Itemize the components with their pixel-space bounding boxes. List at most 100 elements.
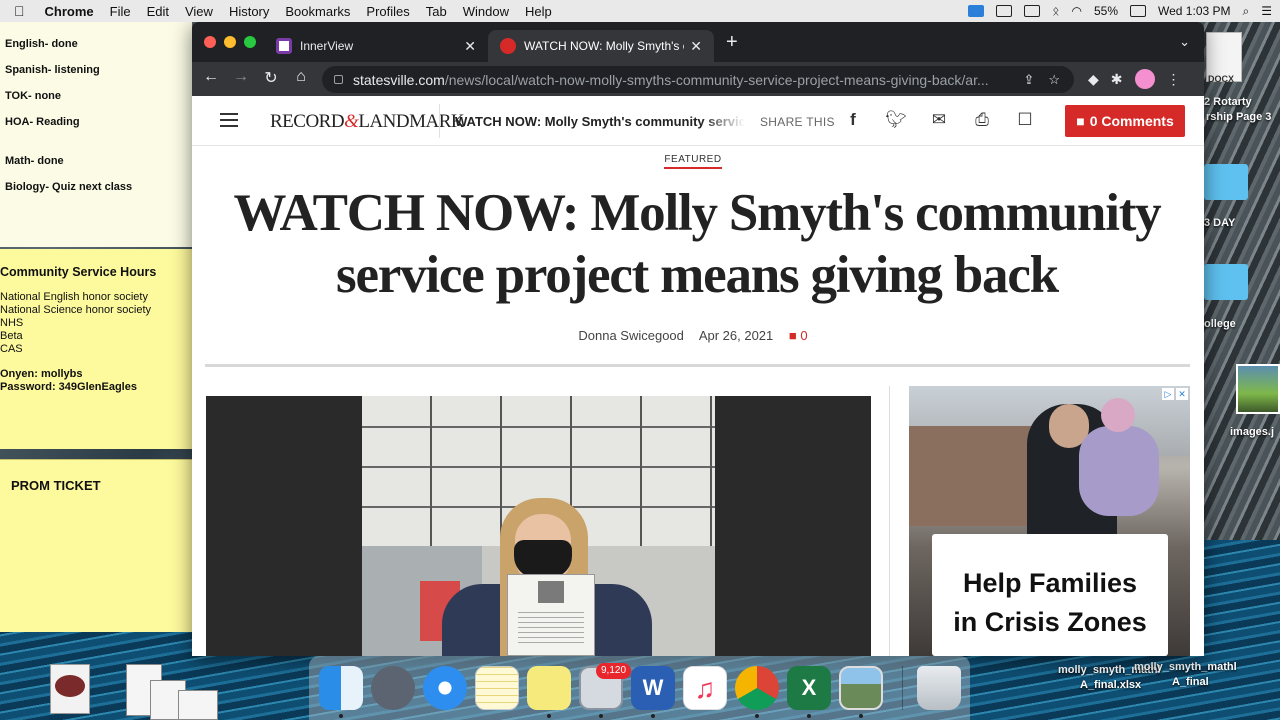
minimize-window-button[interactable] bbox=[224, 36, 236, 48]
header-divider bbox=[439, 104, 440, 138]
desktop-file-label[interactable]: images.j bbox=[1230, 426, 1274, 438]
desktop-file-label[interactable]: molly_smyth_mathl bbox=[1134, 661, 1237, 673]
sticky-note-subjects[interactable]: English- done Spanish- listening TOK- no… bbox=[0, 22, 192, 247]
comments-button[interactable]: ■ 0 Comments bbox=[1065, 105, 1185, 137]
tab-close-icon[interactable]: ✕ bbox=[464, 38, 476, 55]
desktop-file-label[interactable]: A_final.xlsx bbox=[1080, 679, 1141, 691]
launchpad-icon[interactable] bbox=[371, 666, 415, 710]
bookmark-star-icon[interactable]: ☆ bbox=[1048, 72, 1060, 88]
ad-card[interactable]: Help Families in Crisis Zones bbox=[932, 534, 1168, 656]
search-icon[interactable]: ⌕ bbox=[1243, 4, 1250, 19]
article-video[interactable] bbox=[206, 396, 871, 656]
menu-file[interactable]: File bbox=[102, 4, 139, 19]
home-icon[interactable]: ⌂ bbox=[290, 68, 312, 86]
wifi-icon[interactable]: ◠ bbox=[1072, 4, 1082, 18]
image-thumbnail-icon[interactable] bbox=[1236, 364, 1280, 414]
sticky-note-prom[interactable]: PROM TICKET bbox=[0, 459, 192, 632]
desktop-file-label[interactable]: 2 Rotarty bbox=[1204, 96, 1252, 108]
new-tab-icon[interactable]: + bbox=[726, 32, 738, 52]
menu-bookmarks[interactable]: Bookmarks bbox=[277, 4, 358, 19]
back-arrow-icon[interactable]: ← bbox=[200, 68, 222, 86]
battery-percent[interactable]: 55% bbox=[1094, 4, 1118, 18]
desktop-folder-label[interactable]: 3 DAY bbox=[1204, 217, 1235, 229]
airplay-icon[interactable] bbox=[996, 5, 1013, 17]
ad-headline: Help Families bbox=[962, 568, 1138, 598]
bluetooth-icon[interactable]: ᛟ bbox=[1052, 4, 1059, 18]
book-icon[interactable] bbox=[968, 5, 985, 17]
folder-icon[interactable] bbox=[1204, 264, 1248, 300]
menu-view[interactable]: View bbox=[177, 4, 221, 19]
keyboard-icon[interactable] bbox=[1024, 5, 1041, 17]
document-thumbnail-icon[interactable] bbox=[178, 690, 218, 720]
comment-icon[interactable]: ■ bbox=[789, 328, 797, 343]
control-center-icon[interactable]: ☰ bbox=[1261, 4, 1272, 18]
headline-divider bbox=[205, 364, 1190, 367]
document-thumbnail-icon[interactable] bbox=[50, 664, 90, 714]
sticky-header-title: WATCH NOW: Molly Smyth's community servi… bbox=[455, 114, 745, 129]
kebab-menu-icon[interactable]: ⋮ bbox=[1167, 71, 1181, 88]
notes-icon[interactable] bbox=[475, 666, 519, 710]
ad-choices[interactable]: ▷ ✕ bbox=[1162, 388, 1188, 400]
advertisement[interactable]: ▷ ✕ Help Families in Crisis Zones bbox=[909, 386, 1190, 656]
folder-icon[interactable] bbox=[1204, 164, 1248, 200]
extension-icon[interactable]: ◆ bbox=[1088, 71, 1099, 88]
hamburger-menu-icon[interactable] bbox=[220, 113, 238, 127]
safari-icon[interactable] bbox=[423, 666, 467, 710]
video-frame bbox=[362, 396, 715, 656]
tab-innerview[interactable]: InnerView ✕ bbox=[264, 30, 488, 62]
close-window-button[interactable] bbox=[204, 36, 216, 48]
zoom-window-button[interactable] bbox=[244, 36, 256, 48]
battery-icon[interactable] bbox=[1130, 5, 1147, 17]
sticky-note-service[interactable]: Community Service Hours National English… bbox=[0, 249, 192, 449]
forward-arrow-icon[interactable]: → bbox=[230, 68, 252, 86]
excel-icon[interactable]: X bbox=[787, 666, 831, 710]
tab-search-chevron-icon[interactable]: ⌄ bbox=[1179, 34, 1190, 50]
url-host: statesville.com bbox=[353, 71, 445, 88]
menu-app-name[interactable]: Chrome bbox=[37, 4, 102, 19]
author-name[interactable]: Donna Swicegood bbox=[578, 328, 684, 343]
desktop-file-label[interactable]: A_final bbox=[1172, 676, 1209, 688]
puzzle-icon[interactable]: ✱ bbox=[1111, 71, 1123, 88]
address-bar[interactable]: statesville.com /news/local/watch-now-mo… bbox=[322, 66, 1074, 93]
menu-edit[interactable]: Edit bbox=[139, 4, 177, 19]
tab-close-icon[interactable]: ✕ bbox=[690, 38, 702, 55]
ad-close-icon[interactable]: ✕ bbox=[1176, 388, 1188, 400]
menu-clock[interactable]: Wed 1:03 PM bbox=[1158, 4, 1230, 18]
desktop-folder-label[interactable]: ollege bbox=[1204, 318, 1236, 330]
tab-article[interactable]: WATCH NOW: Molly Smyth's co ✕ bbox=[488, 30, 714, 62]
twitter-icon[interactable]: 🐦︎ bbox=[885, 110, 907, 130]
preview-icon[interactable] bbox=[839, 666, 883, 710]
trash-icon[interactable] bbox=[917, 666, 961, 710]
music-icon[interactable]: ♫ bbox=[683, 666, 727, 710]
chrome-window: InnerView ✕ WATCH NOW: Molly Smyth's co … bbox=[192, 22, 1204, 656]
menu-tab[interactable]: Tab bbox=[418, 4, 455, 19]
reload-icon[interactable]: ↻ bbox=[260, 68, 282, 88]
facebook-icon[interactable]: f bbox=[842, 110, 864, 130]
menu-history[interactable]: History bbox=[221, 4, 277, 19]
ad-choices-icon[interactable]: ▷ bbox=[1162, 388, 1174, 400]
url-path: /news/local/watch-now-molly-smyths-commu… bbox=[444, 71, 989, 88]
menu-help[interactable]: Help bbox=[517, 4, 560, 19]
word-icon[interactable]: W bbox=[631, 666, 675, 710]
comment-count[interactable]: 0 bbox=[800, 328, 807, 343]
lock-icon[interactable] bbox=[334, 75, 343, 84]
browser-toolbar: ← → ↻ ⌂ statesville.com /news/local/watc… bbox=[192, 62, 1204, 96]
chrome-icon[interactable] bbox=[735, 666, 779, 710]
sticky-line: Biology- Quiz next class bbox=[5, 181, 133, 193]
finder-icon[interactable] bbox=[319, 666, 363, 710]
profile-avatar[interactable] bbox=[1134, 69, 1155, 89]
bookmark-icon[interactable]: ☐ bbox=[1014, 110, 1036, 130]
apple-menu-icon[interactable]:  bbox=[0, 3, 37, 19]
dock: 9,120 W ♫ X bbox=[309, 656, 970, 720]
stickies-icon[interactable] bbox=[527, 666, 571, 710]
email-icon[interactable]: ✉ bbox=[928, 110, 950, 130]
print-icon[interactable]: ⎙ bbox=[971, 110, 993, 130]
share-label: SHARE THIS bbox=[760, 115, 835, 129]
site-logo[interactable]: RECORD&LANDMARK bbox=[270, 111, 465, 133]
sticky-line: HOA- Reading bbox=[5, 116, 80, 128]
menu-profiles[interactable]: Profiles bbox=[358, 4, 417, 19]
desktop-file-label[interactable]: rship Page 3 bbox=[1206, 111, 1271, 123]
share-icon[interactable]: ⇪ bbox=[1023, 72, 1034, 88]
kicker-label[interactable]: FEATURED bbox=[664, 154, 722, 169]
menu-window[interactable]: Window bbox=[455, 4, 517, 19]
